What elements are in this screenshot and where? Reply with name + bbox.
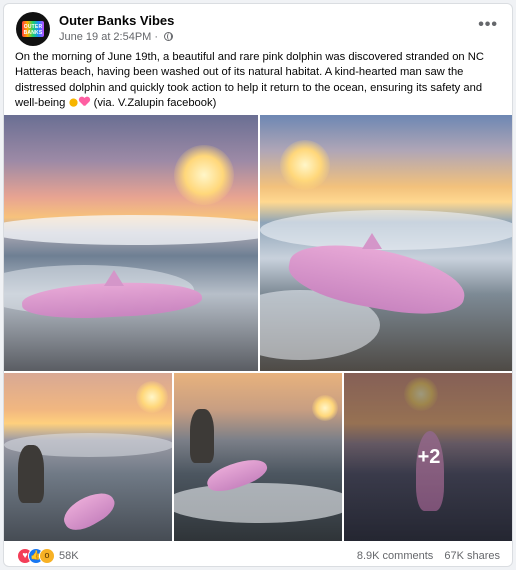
more-options-button[interactable]: ••• <box>478 16 498 34</box>
man <box>18 445 44 503</box>
page-avatar[interactable]: OUTER BANKS <box>16 12 50 46</box>
man <box>190 409 214 463</box>
more-photos-overlay[interactable]: +2 <box>344 373 512 541</box>
post-header: OUTER BANKS Outer Banks Vibes June 19 at… <box>14 10 502 46</box>
avatar-text: OUTER BANKS <box>23 24 43 36</box>
post-source: (via. V.Zalupin facebook) <box>93 96 217 109</box>
post-card: OUTER BANKS Outer Banks Vibes June 19 at… <box>3 3 513 567</box>
sun <box>174 145 234 205</box>
photo-4[interactable] <box>174 373 342 541</box>
photo-1[interactable] <box>4 115 258 371</box>
page-name[interactable]: Outer Banks Vibes <box>59 13 174 28</box>
post-footer: ♥ 👍 o 58K 8.9K comments 67K shares <box>4 542 512 566</box>
more-photos-count: +2 <box>417 445 441 468</box>
reaction-count[interactable]: 58K <box>59 550 79 562</box>
wow-icon: o <box>39 548 55 564</box>
dolphin-fin <box>104 270 124 286</box>
sun <box>280 140 330 190</box>
photo-5[interactable]: +2 <box>344 373 512 541</box>
wave-foam <box>174 483 342 523</box>
sun <box>136 381 168 413</box>
shares-count[interactable]: 67K shares <box>444 550 500 562</box>
globe-icon <box>164 32 174 41</box>
comments-count[interactable]: 8.9K comments <box>357 550 433 562</box>
pink-heart-icon <box>79 96 90 107</box>
folded-hands-icon <box>68 95 80 107</box>
wave-foam <box>260 210 512 250</box>
sun <box>312 395 338 421</box>
wave-foam <box>4 215 258 245</box>
photo-2[interactable] <box>260 115 512 371</box>
post-stats: 8.9K comments 67K shares <box>357 550 500 562</box>
photo-3[interactable] <box>4 373 172 541</box>
post-text: On the morning of June 19th, a beautiful… <box>15 50 505 111</box>
dolphin-fin <box>362 233 382 249</box>
post-meta: June 19 at 2:54PM · <box>59 31 174 43</box>
post-timestamp[interactable]: June 19 at 2:54PM <box>59 31 151 43</box>
meta-separator: · <box>154 31 159 43</box>
